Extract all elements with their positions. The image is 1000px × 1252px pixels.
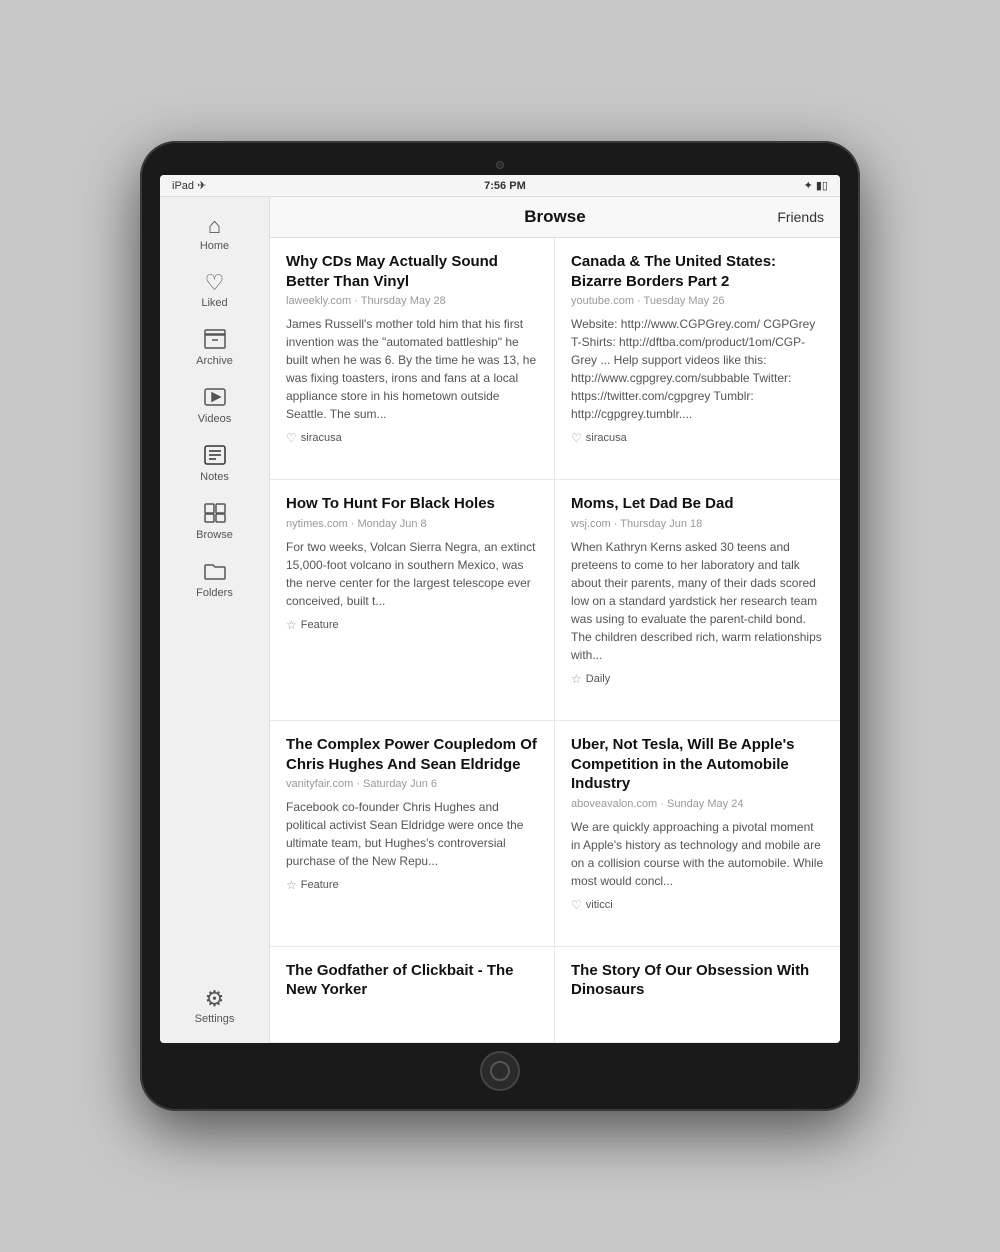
app-content: ⌂ Home ♡ Liked Archive (160, 197, 840, 1043)
heart-icon: ♡ (571, 431, 582, 445)
article-title: Moms, Let Dad Be Dad (571, 494, 824, 514)
article-meta: vanityfair.com · Saturday Jun 6 (286, 778, 538, 790)
article-tag: Feature (301, 619, 339, 631)
ipad-label: iPad ✈ (172, 179, 206, 192)
ipad-device: iPad ✈ 7:56 PM ✦ ▮▯ ⌂ Home ♡ Liked (140, 141, 860, 1111)
sidebar-label-home: Home (200, 240, 229, 252)
status-bar: iPad ✈ 7:56 PM ✦ ▮▯ (160, 175, 840, 197)
browse-title: Browse (346, 207, 764, 227)
sidebar-label-videos: Videos (198, 413, 231, 425)
browse-icon (204, 503, 226, 526)
main-content: Browse Friends Why CDs May Actually Soun… (270, 197, 840, 1043)
article-tag: siracusa (301, 432, 342, 444)
home-icon: ⌂ (208, 215, 221, 237)
article-card[interactable]: Canada & The United States: Bizarre Bord… (555, 238, 840, 480)
sidebar-item-settings[interactable]: ⚙ Settings (160, 978, 269, 1035)
article-title: The Story Of Our Obsession With Dinosaur… (571, 961, 824, 1000)
article-card[interactable]: The Complex Power Coupledom Of Chris Hug… (270, 721, 555, 947)
sidebar-label-browse: Browse (196, 529, 233, 541)
article-footer: ♡ siracusa (286, 431, 538, 445)
article-meta: wsj.com · Thursday Jun 18 (571, 518, 824, 530)
sidebar-label-archive: Archive (196, 355, 233, 367)
article-card[interactable]: The Godfather of Clickbait - The New Yor… (270, 947, 555, 1043)
status-right: ✦ ▮▯ (804, 179, 828, 192)
folders-icon (204, 561, 226, 584)
sidebar-label-settings: Settings (195, 1013, 235, 1025)
article-title: Canada & The United States: Bizarre Bord… (571, 252, 824, 291)
sidebar-item-archive[interactable]: Archive (160, 319, 269, 377)
ipad-camera (496, 161, 504, 169)
sidebar-label-liked: Liked (201, 297, 227, 309)
article-card[interactable]: Moms, Let Dad Be Dad wsj.com · Thursday … (555, 480, 840, 721)
friends-button[interactable]: Friends (764, 209, 824, 225)
heart-icon: ♡ (286, 431, 297, 445)
article-card[interactable]: Why CDs May Actually Sound Better Than V… (270, 238, 555, 480)
article-meta: aboveavalon.com · Sunday May 24 (571, 798, 824, 810)
article-title: Uber, Not Tesla, Will Be Apple's Competi… (571, 735, 824, 794)
home-button-inner (490, 1061, 510, 1081)
article-title: How To Hunt For Black Holes (286, 494, 538, 514)
article-tag: Feature (301, 879, 339, 891)
sidebar-item-browse[interactable]: Browse (160, 493, 269, 551)
article-footer: ♡ viticci (571, 898, 824, 912)
article-meta: laweekly.com · Thursday May 28 (286, 295, 538, 307)
battery-icon: ✦ ▮▯ (804, 179, 828, 192)
article-card[interactable]: Uber, Not Tesla, Will Be Apple's Competi… (555, 721, 840, 947)
article-tag: Daily (586, 673, 610, 685)
status-left: iPad ✈ (172, 179, 206, 192)
sidebar-item-folders[interactable]: Folders (160, 551, 269, 609)
article-excerpt: Facebook co-founder Chris Hughes and pol… (286, 798, 538, 870)
videos-icon (204, 387, 226, 410)
home-button[interactable] (480, 1051, 520, 1091)
notes-icon (204, 445, 226, 468)
article-meta: nytimes.com · Monday Jun 8 (286, 518, 538, 530)
article-footer: ☆ Feature (286, 878, 538, 892)
sidebar-item-liked[interactable]: ♡ Liked (160, 262, 269, 319)
article-card[interactable]: The Story Of Our Obsession With Dinosaur… (555, 947, 840, 1043)
article-title: The Godfather of Clickbait - The New Yor… (286, 961, 538, 1000)
sidebar-item-home[interactable]: ⌂ Home (160, 205, 269, 262)
top-bar: Browse Friends (270, 197, 840, 238)
article-meta: youtube.com · Tuesday May 26 (571, 295, 824, 307)
sidebar-item-videos[interactable]: Videos (160, 377, 269, 435)
heart-icon: ♡ (571, 898, 582, 912)
article-footer: ♡ siracusa (571, 431, 824, 445)
sidebar: ⌂ Home ♡ Liked Archive (160, 197, 270, 1043)
article-footer: ☆ Daily (571, 672, 824, 686)
article-footer: ☆ Feature (286, 618, 538, 632)
status-time: 7:56 PM (484, 180, 526, 192)
article-excerpt: When Kathryn Kerns asked 30 teens and pr… (571, 538, 824, 664)
heart-icon: ♡ (205, 272, 225, 294)
article-title: Why CDs May Actually Sound Better Than V… (286, 252, 538, 291)
sidebar-label-folders: Folders (196, 587, 233, 599)
article-tag: siracusa (586, 432, 627, 444)
archive-icon (204, 329, 226, 352)
article-excerpt: We are quickly approaching a pivotal mom… (571, 818, 824, 890)
articles-grid: Why CDs May Actually Sound Better Than V… (270, 238, 840, 1043)
article-card[interactable]: How To Hunt For Black Holes nytimes.com … (270, 480, 555, 721)
article-excerpt: James Russell's mother told him that his… (286, 315, 538, 423)
settings-icon: ⚙ (205, 988, 225, 1010)
star-icon: ☆ (286, 618, 297, 632)
star-icon: ☆ (571, 672, 582, 686)
sidebar-label-notes: Notes (200, 471, 229, 483)
article-excerpt: For two weeks, Volcan Sierra Negra, an e… (286, 538, 538, 610)
article-excerpt: Website: http://www.CGPGrey.com/ CGPGrey… (571, 315, 824, 423)
star-icon: ☆ (286, 878, 297, 892)
article-title: The Complex Power Coupledom Of Chris Hug… (286, 735, 538, 774)
article-tag: viticci (586, 899, 613, 911)
sidebar-item-notes[interactable]: Notes (160, 435, 269, 493)
ipad-screen: iPad ✈ 7:56 PM ✦ ▮▯ ⌂ Home ♡ Liked (160, 175, 840, 1043)
